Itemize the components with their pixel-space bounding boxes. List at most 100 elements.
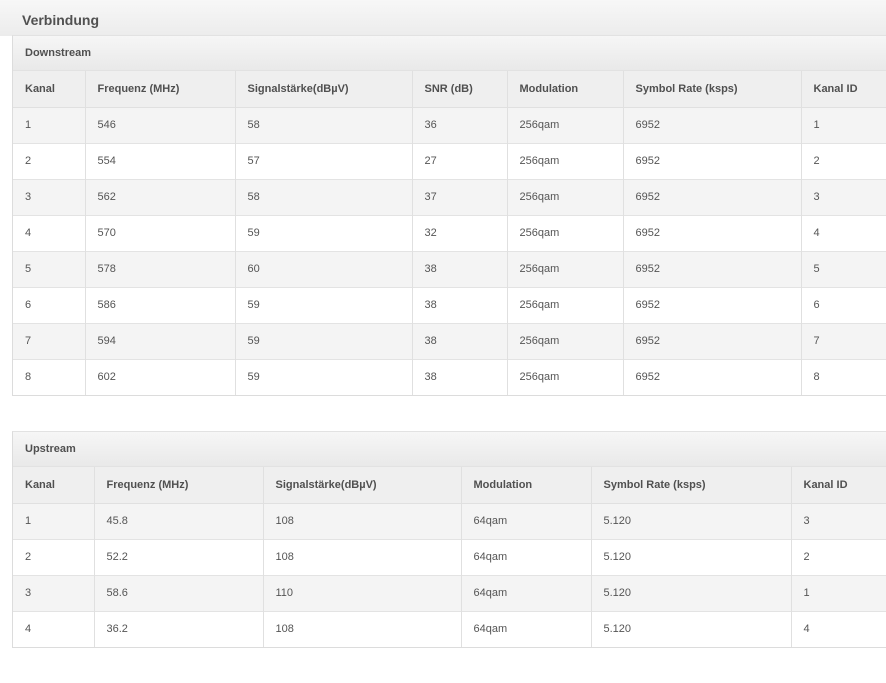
cell-kanal-id: 3 bbox=[791, 503, 886, 539]
cell-symbol-rate: 5.120 bbox=[591, 611, 792, 647]
cell-kanal: 5 bbox=[13, 251, 86, 287]
cell-frequenz: 578 bbox=[85, 251, 236, 287]
column-header-frequenz: Frequenz (MHz) bbox=[94, 467, 264, 503]
table-row: 2 554 57 27 256qam 6952 2 bbox=[13, 143, 886, 179]
header-band bbox=[0, 0, 886, 36]
column-header-modulation: Modulation bbox=[461, 467, 592, 503]
cell-snr: 38 bbox=[412, 323, 508, 359]
table-row: 7 594 59 38 256qam 6952 7 bbox=[13, 323, 886, 359]
cell-kanal-id: 6 bbox=[801, 287, 886, 323]
cell-signalstaerke: 108 bbox=[263, 611, 462, 647]
cell-frequenz: 594 bbox=[85, 323, 236, 359]
cell-symbol-rate: 6952 bbox=[623, 359, 802, 395]
cell-kanal: 8 bbox=[13, 359, 86, 395]
cell-symbol-rate: 6952 bbox=[623, 287, 802, 323]
cell-modulation: 256qam bbox=[507, 107, 624, 143]
cell-signalstaerke: 108 bbox=[263, 539, 462, 575]
cell-snr: 36 bbox=[412, 107, 508, 143]
column-header-symbol-rate: Symbol Rate (ksps) bbox=[623, 71, 802, 107]
table-row: 1 546 58 36 256qam 6952 1 bbox=[13, 107, 886, 143]
cell-frequenz: 45.8 bbox=[94, 503, 264, 539]
column-header-kanal-id: Kanal ID bbox=[801, 71, 886, 107]
cell-kanal-id: 5 bbox=[801, 251, 886, 287]
cell-modulation: 64qam bbox=[461, 611, 592, 647]
cell-kanal: 4 bbox=[13, 215, 86, 251]
cell-kanal: 2 bbox=[13, 143, 86, 179]
cell-snr: 32 bbox=[412, 215, 508, 251]
cell-signalstaerke: 59 bbox=[235, 323, 413, 359]
table-row: 6 586 59 38 256qam 6952 6 bbox=[13, 287, 886, 323]
cell-frequenz: 562 bbox=[85, 179, 236, 215]
cell-signalstaerke: 58 bbox=[235, 107, 413, 143]
cell-kanal: 1 bbox=[13, 107, 86, 143]
table-row: 1 45.8 108 64qam 5.120 3 bbox=[13, 503, 886, 539]
cell-kanal-id: 2 bbox=[801, 143, 886, 179]
table-row: 3 58.6 110 64qam 5.120 1 bbox=[13, 575, 886, 611]
cell-frequenz: 586 bbox=[85, 287, 236, 323]
cell-snr: 37 bbox=[412, 179, 508, 215]
cell-symbol-rate: 5.120 bbox=[591, 575, 792, 611]
column-header-frequenz: Frequenz (MHz) bbox=[85, 71, 236, 107]
cell-signalstaerke: 57 bbox=[235, 143, 413, 179]
table-row: 3 562 58 37 256qam 6952 3 bbox=[13, 179, 886, 215]
cell-kanal-id: 2 bbox=[791, 539, 886, 575]
cell-modulation: 256qam bbox=[507, 179, 624, 215]
column-header-kanal: Kanal bbox=[13, 71, 86, 107]
cell-kanal: 3 bbox=[13, 575, 95, 611]
table-row: 4 36.2 108 64qam 5.120 4 bbox=[13, 611, 886, 647]
cell-snr: 38 bbox=[412, 251, 508, 287]
cell-kanal-id: 4 bbox=[801, 215, 886, 251]
upstream-table: Kanal Frequenz (MHz) Signalstärke(dBµV) … bbox=[13, 467, 886, 647]
cell-symbol-rate: 6952 bbox=[623, 143, 802, 179]
table-row: 5 578 60 38 256qam 6952 5 bbox=[13, 251, 886, 287]
cell-modulation: 256qam bbox=[507, 143, 624, 179]
cell-symbol-rate: 6952 bbox=[623, 323, 802, 359]
cell-modulation: 256qam bbox=[507, 251, 624, 287]
column-header-snr: SNR (dB) bbox=[412, 71, 508, 107]
table-row: 8 602 59 38 256qam 6952 8 bbox=[13, 359, 886, 395]
downstream-panel: Downstream Kanal Frequenz (MHz) Signalst… bbox=[12, 35, 886, 396]
cell-kanal: 2 bbox=[13, 539, 95, 575]
cell-kanal-id: 1 bbox=[801, 107, 886, 143]
table-row: 4 570 59 32 256qam 6952 4 bbox=[13, 215, 886, 251]
cell-frequenz: 52.2 bbox=[94, 539, 264, 575]
cell-snr: 27 bbox=[412, 143, 508, 179]
cell-signalstaerke: 59 bbox=[235, 287, 413, 323]
column-header-signalstaerke: Signalstärke(dBµV) bbox=[235, 71, 413, 107]
cell-signalstaerke: 58 bbox=[235, 179, 413, 215]
cell-frequenz: 58.6 bbox=[94, 575, 264, 611]
upstream-header-row: Kanal Frequenz (MHz) Signalstärke(dBµV) … bbox=[13, 467, 886, 503]
downstream-heading: Downstream bbox=[13, 36, 886, 71]
cell-snr: 38 bbox=[412, 287, 508, 323]
cell-kanal-id: 8 bbox=[801, 359, 886, 395]
cell-kanal-id: 1 bbox=[791, 575, 886, 611]
cell-kanal: 4 bbox=[13, 611, 95, 647]
cell-frequenz: 36.2 bbox=[94, 611, 264, 647]
cell-modulation: 256qam bbox=[507, 287, 624, 323]
cell-modulation: 256qam bbox=[507, 359, 624, 395]
cell-kanal: 1 bbox=[13, 503, 95, 539]
cell-modulation: 256qam bbox=[507, 323, 624, 359]
cell-kanal-id: 3 bbox=[801, 179, 886, 215]
table-row: 2 52.2 108 64qam 5.120 2 bbox=[13, 539, 886, 575]
cell-frequenz: 602 bbox=[85, 359, 236, 395]
column-header-modulation: Modulation bbox=[507, 71, 624, 107]
column-header-kanal: Kanal bbox=[13, 467, 95, 503]
cell-signalstaerke: 59 bbox=[235, 359, 413, 395]
cell-kanal-id: 4 bbox=[791, 611, 886, 647]
cell-modulation: 256qam bbox=[507, 215, 624, 251]
cell-symbol-rate: 6952 bbox=[623, 215, 802, 251]
cell-snr: 38 bbox=[412, 359, 508, 395]
cell-modulation: 64qam bbox=[461, 539, 592, 575]
cell-kanal: 7 bbox=[13, 323, 86, 359]
upstream-panel: Upstream Kanal Frequenz (MHz) Signalstär… bbox=[12, 431, 886, 648]
column-header-kanal-id: Kanal ID bbox=[791, 467, 886, 503]
cell-kanal-id: 7 bbox=[801, 323, 886, 359]
cell-frequenz: 570 bbox=[85, 215, 236, 251]
cell-symbol-rate: 6952 bbox=[623, 179, 802, 215]
cell-kanal: 3 bbox=[13, 179, 86, 215]
cell-symbol-rate: 6952 bbox=[623, 107, 802, 143]
cell-signalstaerke: 59 bbox=[235, 215, 413, 251]
cell-symbol-rate: 6952 bbox=[623, 251, 802, 287]
cell-signalstaerke: 60 bbox=[235, 251, 413, 287]
